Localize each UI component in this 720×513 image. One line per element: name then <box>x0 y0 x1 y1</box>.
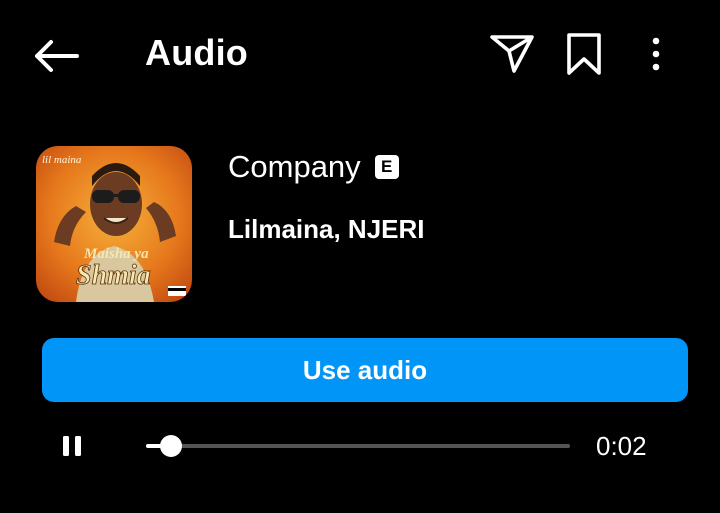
artist-names[interactable]: Lilmaina, NJERI <box>228 213 425 245</box>
use-audio-button[interactable]: Use audio <box>42 338 688 402</box>
save-button[interactable] <box>560 30 608 78</box>
pause-icon <box>63 436 81 456</box>
track-title-row: Company E <box>228 148 399 186</box>
seek-bar[interactable] <box>146 431 570 461</box>
page-title: Audio <box>145 32 248 73</box>
paper-plane-icon <box>490 35 534 73</box>
bookmark-icon <box>567 33 601 75</box>
pause-button[interactable] <box>56 426 88 466</box>
elapsed-time: 0:02 <box>596 431 647 461</box>
cover-text-top: lil maina <box>42 154 82 166</box>
album-cover[interactable]: lil maina Maisha ya Shmia <box>36 146 192 302</box>
more-options-button[interactable] <box>638 30 674 78</box>
seek-handle[interactable] <box>160 435 183 457</box>
header: Audio <box>0 0 720 108</box>
arrow-left-icon <box>35 40 79 72</box>
more-vertical-icon <box>652 37 660 71</box>
track-title[interactable]: Company <box>228 148 361 186</box>
cover-text-main-2: Shmia <box>76 260 151 291</box>
back-button[interactable] <box>30 34 82 78</box>
share-button[interactable] <box>486 30 538 78</box>
explicit-badge: E <box>374 155 399 179</box>
seek-track <box>146 444 570 448</box>
